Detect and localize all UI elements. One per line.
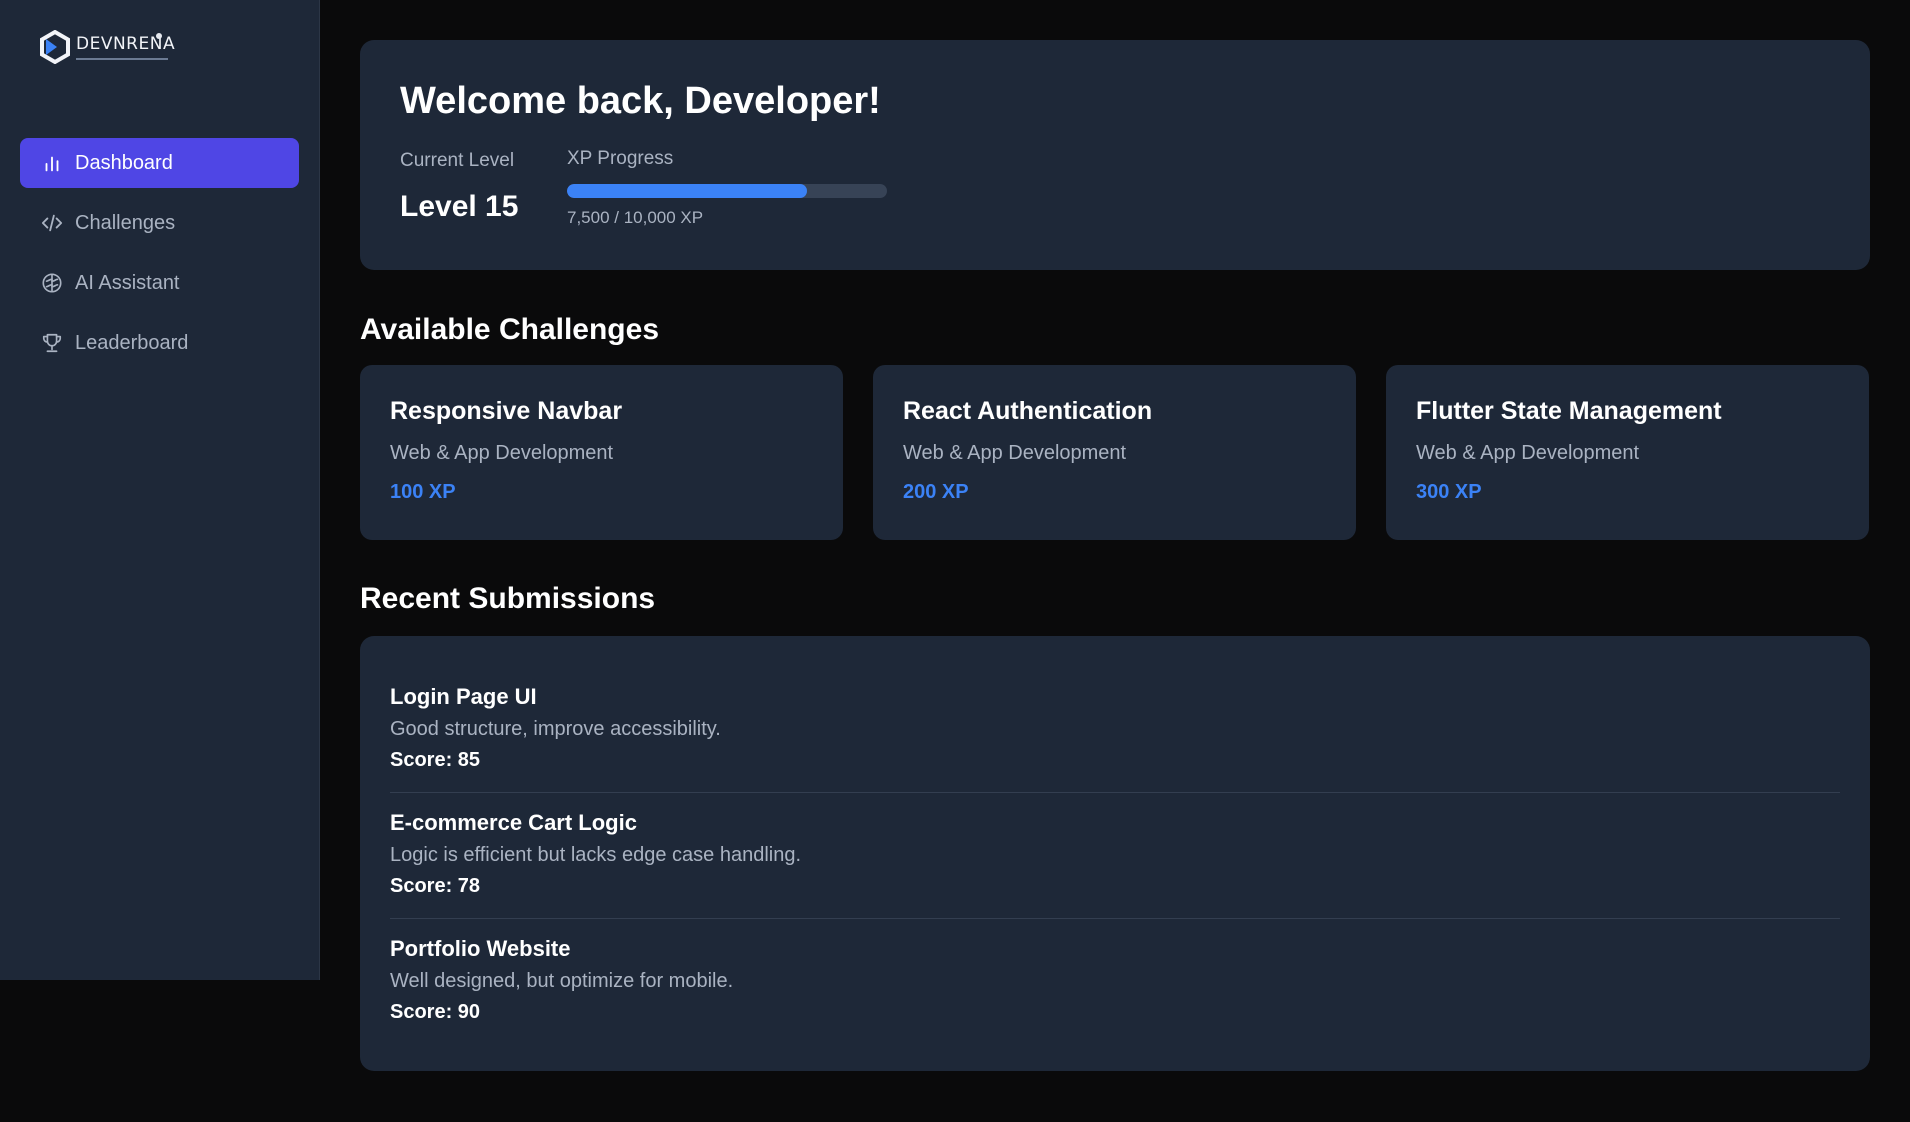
submission-title: Login Page UI [390, 684, 537, 709]
brand-tagline [76, 58, 168, 60]
sidebar-item-label: Dashboard [75, 151, 173, 174]
challenge-title: Responsive Navbar [390, 397, 623, 425]
xp-label: XP Progress [567, 148, 674, 169]
sidebar-item-leaderboard[interactable]: Leaderboard [20, 318, 299, 368]
xp-progress-fill [567, 184, 807, 198]
challenge-xp: 300 XP [1416, 481, 1482, 503]
trophy-icon [40, 331, 64, 355]
brand-logo[interactable]: DEVNRENA [40, 30, 175, 64]
challenges-heading: Available Challenges [360, 313, 660, 346]
submission-score: Score: 90 [390, 1001, 481, 1023]
challenge-title: React Authentication [903, 397, 1153, 425]
submission-item[interactable]: Portfolio Website Well designed, but opt… [390, 936, 1840, 1044]
challenge-card[interactable]: React Authentication Web & App Developme… [873, 365, 1356, 540]
challenge-title: Flutter State Management [1416, 397, 1722, 425]
main-content: Welcome back, Developer! Current Level L… [360, 40, 1870, 1071]
challenge-card[interactable]: Responsive Navbar Web & App Development … [360, 365, 843, 540]
challenge-xp: 200 XP [903, 481, 969, 503]
submissions-heading: Recent Submissions [360, 582, 656, 615]
hexagon-logo-icon [40, 30, 70, 64]
submission-title: Portfolio Website [390, 936, 571, 961]
level-block: Current Level Level 15 [400, 150, 518, 224]
challenge-category: Web & App Development [903, 442, 1127, 464]
submission-feedback: Logic is efficient but lacks edge case h… [390, 844, 802, 866]
challenge-category: Web & App Development [1416, 442, 1640, 464]
bar-chart-icon [40, 151, 64, 175]
welcome-card: Welcome back, Developer! Current Level L… [360, 40, 1870, 270]
brain-icon [40, 271, 64, 295]
submission-item[interactable]: Login Page UI Good structure, improve ac… [390, 684, 1840, 793]
submission-feedback: Good structure, improve accessibility. [390, 718, 721, 740]
sidebar-item-label: Leaderboard [75, 331, 189, 354]
sidebar-nav: Dashboard Challenges AI Assistant Leader… [20, 138, 299, 378]
submissions-list: Login Page UI Good structure, improve ac… [360, 636, 1870, 1071]
xp-progress-bar [567, 184, 887, 198]
welcome-title: Welcome back, Developer! [400, 80, 881, 122]
challenge-xp: 100 XP [390, 481, 456, 503]
brand-dot [156, 33, 162, 39]
challenge-card[interactable]: Flutter State Management Web & App Devel… [1386, 365, 1869, 540]
xp-progress: XP Progress 7,500 / 10,000 XP [567, 148, 887, 228]
code-icon [40, 211, 64, 235]
sidebar-item-label: Challenges [75, 211, 176, 234]
submission-score: Score: 85 [390, 749, 481, 771]
submission-item[interactable]: E-commerce Cart Logic Logic is efficient… [390, 810, 1840, 919]
submission-title: E-commerce Cart Logic [390, 810, 637, 835]
sidebar-item-dashboard[interactable]: Dashboard [20, 138, 299, 188]
sidebar: DEVNRENA Dashboard Challenges AI Assista… [0, 0, 320, 980]
sidebar-item-challenges[interactable]: Challenges [20, 198, 299, 248]
sidebar-item-ai-assistant[interactable]: AI Assistant [20, 258, 299, 308]
challenge-cards: Responsive Navbar Web & App Development … [360, 365, 1870, 540]
submission-score: Score: 78 [390, 875, 481, 897]
sidebar-item-label: AI Assistant [75, 271, 180, 294]
level-label: Current Level [400, 150, 515, 171]
xp-text: 7,500 / 10,000 XP [567, 208, 704, 227]
submission-feedback: Well designed, but optimize for mobile. [390, 970, 734, 992]
challenge-category: Web & App Development [390, 442, 614, 464]
level-value: Level 15 [400, 190, 519, 223]
